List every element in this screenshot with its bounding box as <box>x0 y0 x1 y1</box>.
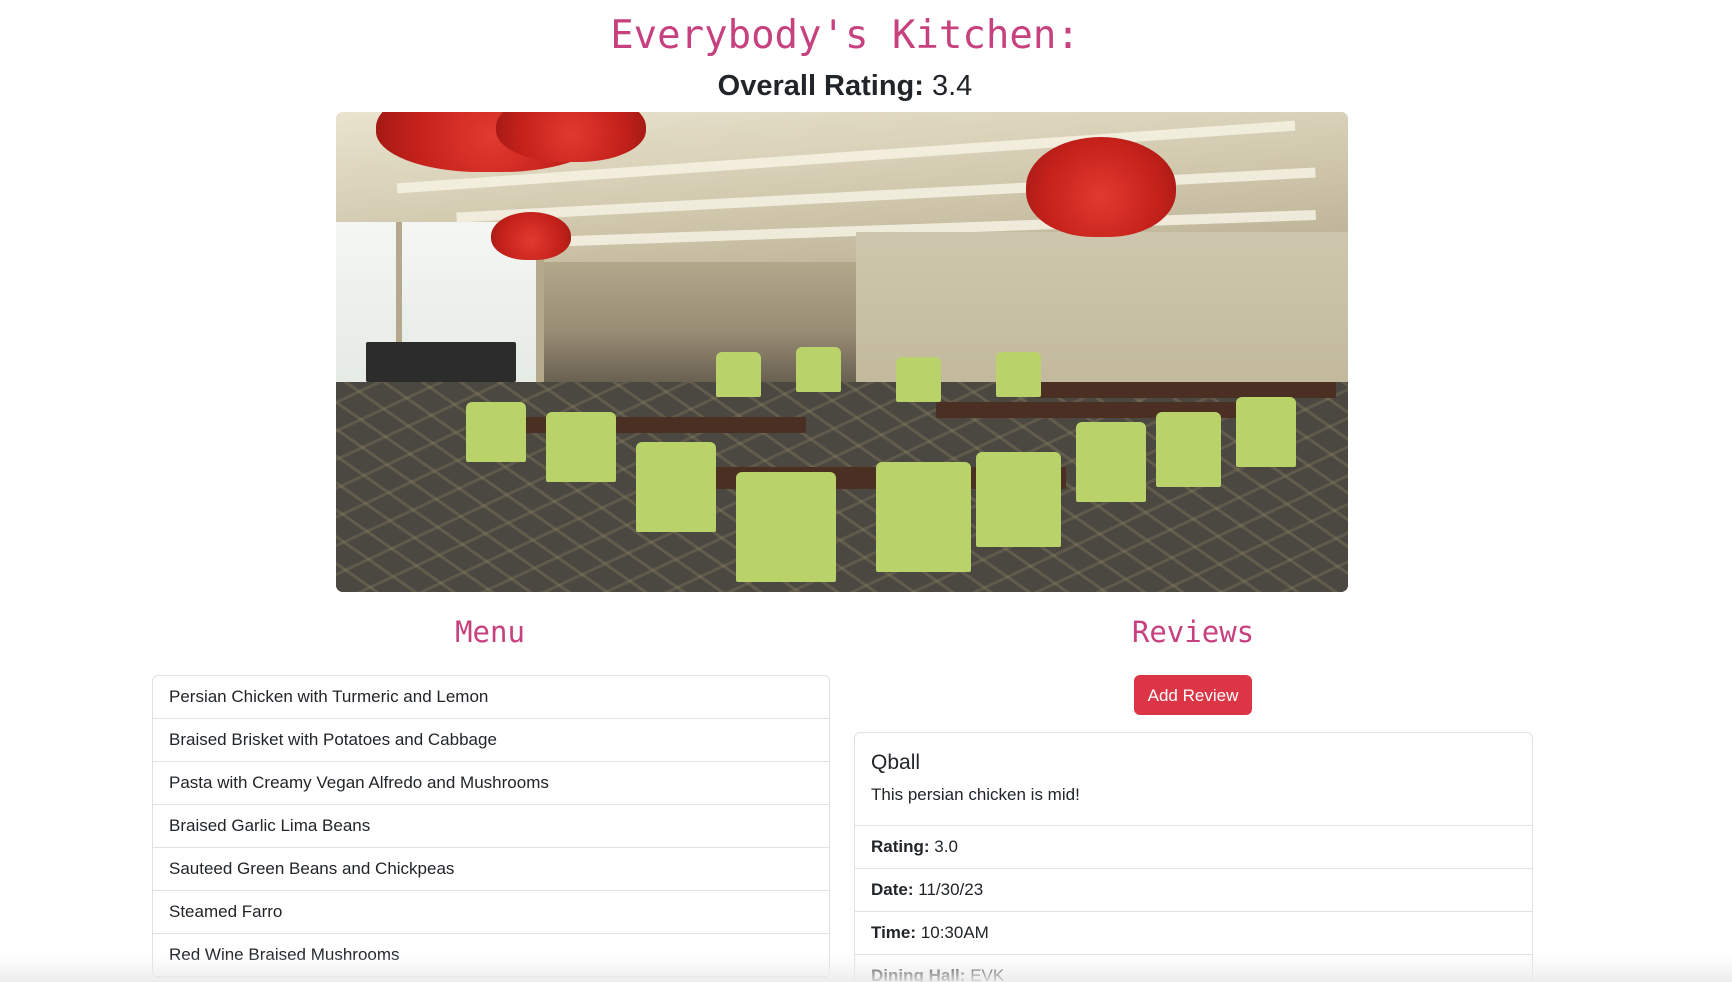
photo-chair <box>976 452 1061 547</box>
menu-item: Braised Brisket with Potatoes and Cabbag… <box>153 719 829 762</box>
review-text: This persian chicken is mid! <box>871 785 1080 804</box>
photo-chair <box>876 462 971 572</box>
photo-chair <box>466 402 526 462</box>
page: Everybody's Kitchen: Overall Rating: 3.4 <box>0 0 1732 982</box>
photo-table <box>1036 382 1336 398</box>
add-review-button[interactable]: Add Review <box>1134 675 1252 715</box>
review-date-label: Date: <box>871 880 914 899</box>
review-author: Qball <box>871 751 921 774</box>
review-hall-value: EVK <box>970 966 1005 982</box>
photo-chair <box>546 412 616 482</box>
review-card: Qball This persian chicken is mid! Ratin… <box>854 732 1533 982</box>
review-rating-label: Rating: <box>871 837 930 856</box>
dining-hall-photo <box>336 112 1348 592</box>
reviews-heading: Reviews <box>1131 615 1255 649</box>
photo-table <box>366 342 516 382</box>
menu-item: Braised Garlic Lima Beans <box>153 805 829 848</box>
photo-chair <box>636 442 716 532</box>
photo-chair <box>716 352 761 397</box>
review-time: Time: 10:30AM <box>855 912 1532 955</box>
menu-item: Persian Chicken with Turmeric and Lemon <box>153 676 829 719</box>
review-date-value: 11/30/23 <box>918 880 984 899</box>
photo-chair <box>896 357 941 402</box>
review-body: Qball This persian chicken is mid! <box>855 733 1532 826</box>
photo-chair <box>996 352 1041 397</box>
review-hall-label: Dining Hall: <box>871 966 966 982</box>
photo-chair <box>1076 422 1146 502</box>
review-time-value: 10:30AM <box>920 923 989 942</box>
menu-item: Pasta with Creamy Vegan Alfredo and Mush… <box>153 762 829 805</box>
review-rating: Rating: 3.0 <box>855 826 1532 869</box>
overall-rating: Overall Rating: 3.4 <box>0 66 1690 106</box>
photo-red-lamp <box>491 212 571 260</box>
review-date: Date: 11/30/23 <box>855 869 1532 912</box>
menu-item: Sauteed Green Beans and Chickpeas <box>153 848 829 891</box>
review-rating-value: 3.0 <box>934 837 958 856</box>
menu-heading: Menu <box>455 615 525 649</box>
photo-chair <box>736 472 836 582</box>
photo-red-lamp <box>1026 137 1176 237</box>
photo-chair <box>1236 397 1296 467</box>
menu-list: Persian Chicken with Turmeric and Lemon … <box>152 675 830 978</box>
photo-chair <box>1156 412 1221 487</box>
page-title: Everybody's Kitchen: <box>610 13 1080 58</box>
overall-rating-label: Overall Rating: <box>717 70 924 102</box>
menu-item: Steamed Farro <box>153 891 829 934</box>
photo-chair <box>796 347 841 392</box>
menu-item: Red Wine Braised Mushrooms <box>153 934 829 977</box>
review-time-label: Time: <box>871 923 917 942</box>
overall-rating-value: 3.4 <box>932 70 973 102</box>
review-dining-hall: Dining Hall: EVK <box>855 955 1532 982</box>
